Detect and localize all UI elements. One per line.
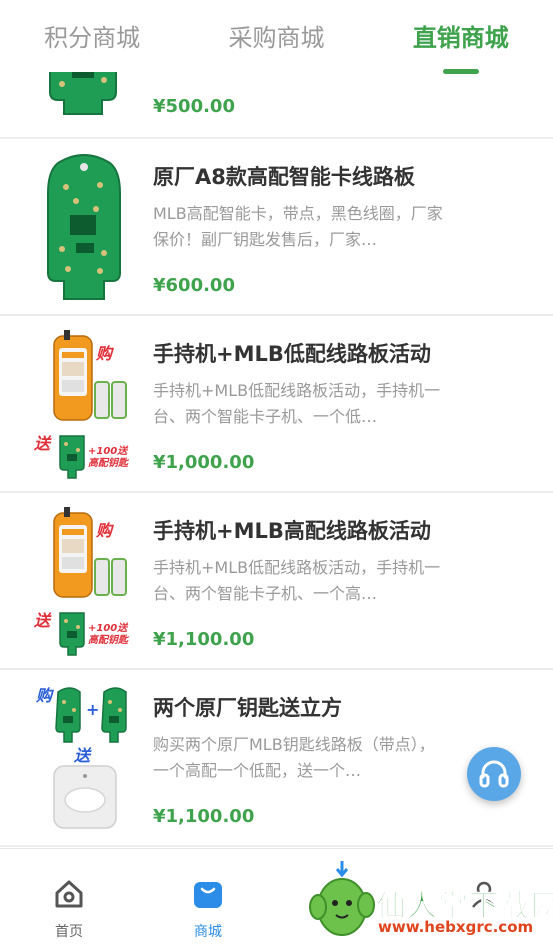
- product-list[interactable]: ¥500.00 原厂A8款高配智能卡线路板 MLB高配智能卡，带点，黑色线圈，厂…: [0, 72, 553, 848]
- tab-points-mall-label: 积分商城: [44, 24, 141, 52]
- active-tab-indicator: [442, 69, 479, 74]
- promo-buy-label: 购: [36, 686, 53, 705]
- tab-purchase-mall[interactable]: 采购商城: [184, 0, 368, 72]
- nav-home-label: 首页: [55, 924, 83, 940]
- promo-bonus-label: +100送高配钥匙: [88, 623, 128, 646]
- tab-direct-mall-label: 直销商城: [412, 24, 509, 52]
- product-item[interactable]: 购 送 +100送高配钥匙 手持机+MLB高配线路板活动 手持机+MLB低配线路…: [0, 493, 553, 670]
- nav-shop[interactable]: 商城: [168, 849, 248, 945]
- product-price: ¥1,100.00: [153, 629, 255, 650]
- product-title: 原厂A8款高配智能卡线路板: [153, 165, 415, 189]
- tab-purchase-mall-label: 采购商城: [228, 24, 325, 52]
- promo-bonus-label: +100送高配钥匙: [88, 446, 128, 469]
- product-image: [47, 154, 121, 300]
- product-image: [49, 72, 117, 115]
- product-item[interactable]: 购 送 +100送高配钥匙 手持机+MLB低配线路板活动 手持机+MLB低配线路…: [0, 316, 553, 493]
- watermark-url: www.hebxgrc.com: [378, 918, 534, 936]
- product-price: ¥1,000.00: [153, 452, 255, 473]
- product-item[interactable]: ¥500.00: [0, 72, 553, 139]
- promo-gift-label: 送: [74, 746, 91, 765]
- product-image: 购 送 +100送高配钥匙: [32, 503, 142, 663]
- top-tab-bar: 积分商城 采购商城 直销商城: [0, 0, 553, 74]
- promo-buy-label: 购: [96, 344, 113, 363]
- product-description: 购买两个原厂MLB钥匙线路板（带点），一个高配一个低配，送一个…: [153, 735, 435, 780]
- tab-points-mall[interactable]: 积分商城: [0, 0, 184, 72]
- product-title: 手持机+MLB高配线路板活动: [153, 519, 431, 543]
- promo-gift-label: 送: [34, 611, 51, 630]
- cactus-logo-icon: [309, 861, 375, 936]
- product-price: ¥600.00: [153, 275, 235, 296]
- product-price: ¥1,100.00: [153, 806, 255, 827]
- product-image: 购 + 送: [36, 684, 136, 834]
- product-price: ¥500.00: [153, 96, 235, 117]
- product-image: 购 送 +100送高配钥匙: [32, 326, 142, 486]
- customer-service-button[interactable]: [467, 747, 521, 801]
- headset-icon: [479, 760, 509, 788]
- product-description: 手持机+MLB低配线路板活动，手持机一台、两个智能卡子机、一个低…: [153, 381, 441, 426]
- promo-gift-label: 送: [34, 434, 51, 453]
- nav-home[interactable]: 首页: [29, 849, 109, 945]
- product-title: 两个原厂钥匙送立方: [153, 696, 342, 720]
- tab-direct-mall[interactable]: 直销商城: [369, 0, 553, 74]
- promo-plus-label: +: [86, 700, 100, 719]
- product-description: 手持机+MLB低配线路板活动，手持机一台、两个智能卡子机、一个高…: [153, 558, 441, 603]
- product-title: 手持机+MLB低配线路板活动: [153, 342, 431, 366]
- product-description: MLB高配智能卡，带点，黑色线圈，厂家保价！副厂钥匙发售后，厂家…: [153, 204, 443, 249]
- shop-bag-icon: [194, 882, 222, 908]
- home-icon: [55, 880, 83, 908]
- product-item[interactable]: 原厂A8款高配智能卡线路板 MLB高配智能卡，带点，黑色线圈，厂家保价！副厂钥匙…: [0, 139, 553, 316]
- nav-shop-label: 商城: [194, 924, 222, 940]
- product-item[interactable]: 购 + 送 两个原厂钥匙送立方 购买两个原厂MLB钥匙线路板（带点），一个高配一…: [0, 670, 553, 847]
- watermark: 仙人掌下载网 www.hebxgrc.com: [300, 855, 553, 945]
- promo-buy-label: 购: [96, 521, 113, 540]
